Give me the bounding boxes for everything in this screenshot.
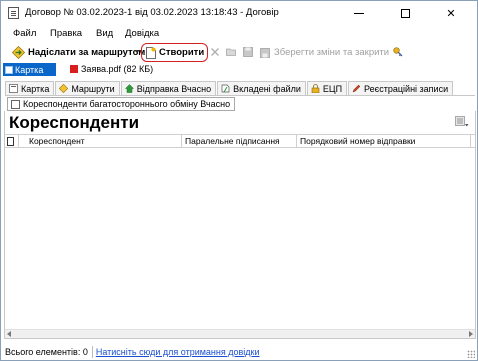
help-link[interactable]: Натисніть сюди для отримання довідки — [96, 347, 260, 357]
save-and-close-button[interactable]: Зберегти зміни та закрити — [260, 44, 390, 61]
settings-icon[interactable] — [455, 116, 469, 128]
resize-grip-icon[interactable] — [467, 350, 475, 358]
create-button[interactable]: Створити — [141, 43, 208, 62]
doc-column-header[interactable] — [5, 135, 19, 147]
pencil-icon — [352, 84, 361, 93]
minimize-button[interactable] — [339, 1, 379, 25]
save-icon[interactable] — [243, 47, 253, 57]
card-attachment-tab[interactable]: Картка — [3, 63, 56, 76]
open-folder-icon[interactable] — [226, 47, 236, 57]
tab-registration-records-label: Реєстраційні записи — [364, 83, 449, 94]
route-send-icon — [12, 46, 25, 59]
status-bar: Всього елементів: 0 Натисніть сюди для о… — [1, 344, 477, 360]
scroll-left-icon[interactable] — [7, 331, 11, 337]
home-icon — [124, 84, 134, 93]
maximize-button[interactable] — [385, 1, 425, 25]
chevron-down-icon[interactable] — [134, 50, 140, 53]
column-header-parallel-signing[interactable]: Паралельне підписання — [182, 135, 297, 147]
document-window: Договор № 03.02.2023-1 від 03.02.2023 13… — [0, 0, 478, 361]
tab-multilateral-correspondents-label: Кореспонденти багатостороннього обміну В… — [23, 99, 231, 109]
menu-view[interactable]: Вид — [96, 28, 113, 39]
close-button[interactable]: ✕ — [431, 1, 471, 25]
attachment-bar: Картка Заява.pdf (82 КБ) — [1, 63, 477, 78]
menu-edit[interactable]: Правка — [50, 28, 82, 39]
create-label: Створити — [159, 47, 205, 58]
send-by-route-button[interactable]: Надіслати за маршрутом — [12, 44, 145, 61]
save-and-close-label: Зберегти зміни та закрити — [274, 47, 390, 58]
document-tabs: Картка Маршрути Відправка Вчасно Вкладен… — [5, 81, 475, 95]
card-icon — [9, 84, 18, 93]
tab-digital-signature[interactable]: ЕЦП — [306, 81, 348, 95]
attached-files-icon — [221, 84, 230, 93]
column-header-dispatch-number[interactable]: Порядковий номер відправки — [297, 135, 471, 147]
status-separator — [91, 346, 93, 358]
window-title: Договор № 03.02.2023-1 від 03.02.2023 13… — [25, 7, 279, 18]
card-attachment-label: Картка — [15, 64, 44, 75]
send-by-route-label: Надіслати за маршрутом — [28, 47, 146, 58]
tab-digital-signature-label: ЕЦП — [322, 83, 343, 94]
tab-vchasno-dispatch-label: Відправка Вчасно — [136, 83, 212, 94]
correspondents-panel: Кореспонденти Кореспондент Паралельне пі… — [4, 111, 476, 339]
subtab-bar: Кореспонденти багатостороннього обміну В… — [5, 95, 475, 111]
maximize-icon — [400, 8, 410, 18]
horizontal-scrollbar[interactable] — [5, 329, 475, 338]
scroll-right-icon[interactable] — [469, 331, 473, 337]
delete-icon[interactable] — [210, 47, 220, 57]
card-icon — [5, 65, 13, 74]
tab-card[interactable]: Картка — [5, 81, 55, 95]
pdf-attachment-label: Заява.pdf (82 КБ) — [81, 64, 154, 74]
tab-routes[interactable]: Маршрути — [55, 81, 120, 95]
save-close-icon — [260, 47, 270, 58]
tab-vchasno-dispatch[interactable]: Відправка Вчасно — [120, 81, 217, 95]
key-icon[interactable] — [393, 47, 403, 58]
close-icon: ✕ — [446, 7, 456, 20]
menu-bar: Файл Правка Вид Довідка — [1, 25, 477, 42]
tab-routes-label: Маршрути — [71, 83, 115, 94]
pdf-icon — [70, 65, 78, 73]
tab-registration-records[interactable]: Реєстраційні записи — [348, 81, 454, 95]
menu-help[interactable]: Довідка — [125, 28, 159, 39]
section-title: Кореспонденти — [9, 113, 140, 132]
new-document-icon — [146, 46, 156, 59]
lock-icon — [311, 84, 320, 93]
tab-attached-files[interactable]: Вкладені файли — [217, 81, 306, 95]
tab-card-label: Картка — [21, 83, 50, 94]
route-icon — [59, 84, 69, 93]
document-app-icon — [8, 7, 19, 19]
document-icon — [7, 136, 14, 146]
title-bar: Договор № 03.02.2023-1 від 03.02.2023 13… — [1, 1, 477, 25]
column-header-correspondent[interactable]: Кореспондент — [19, 135, 182, 147]
minimize-icon — [354, 12, 364, 14]
grid-header: Кореспондент Паралельне підписання Поряд… — [5, 134, 475, 148]
item-count: Всього елементів: 0 — [5, 347, 88, 357]
toolbar: Надіслати за маршрутом Створити Зберегти… — [1, 42, 477, 63]
tab-attached-files-label: Вкладені файли — [233, 83, 301, 94]
pdf-attachment[interactable]: Заява.pdf (82 КБ) — [70, 64, 153, 74]
menu-file[interactable]: Файл — [13, 28, 36, 39]
correspondents-icon — [11, 99, 20, 109]
tab-multilateral-correspondents[interactable]: Кореспонденти багатостороннього обміну В… — [7, 97, 236, 111]
